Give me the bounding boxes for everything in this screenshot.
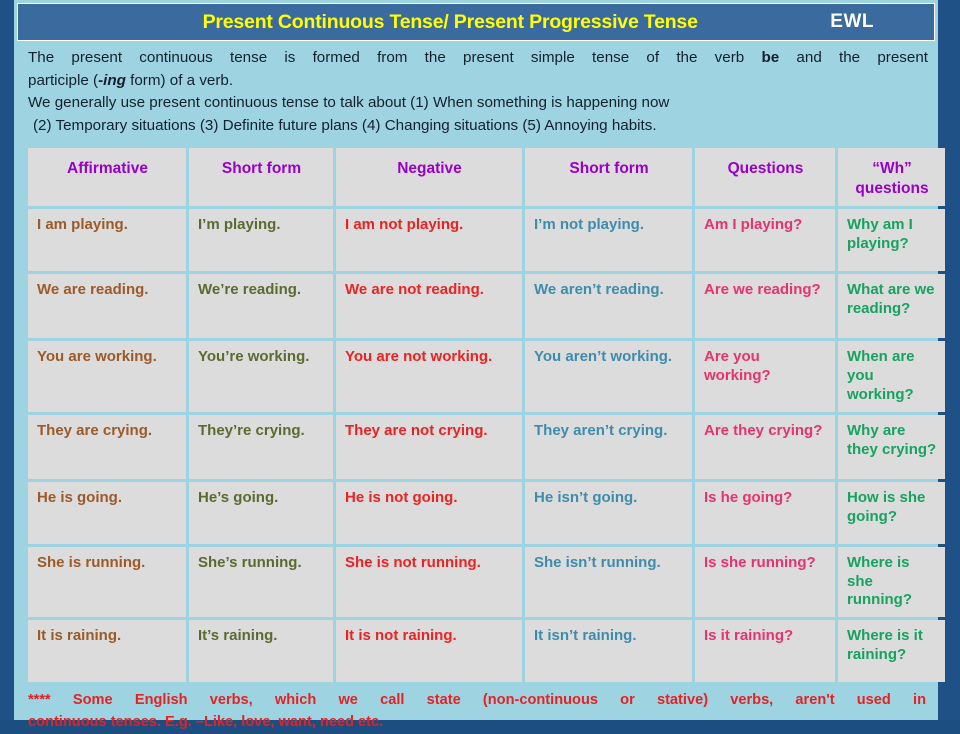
cell-affirmative: I am playing. [28, 209, 186, 271]
table-row: I am playing. I’m playing. I am not play… [28, 209, 945, 271]
table-row: You are working. You’re working. You are… [28, 341, 945, 412]
title-bar: Present Continuous Tense/ Present Progre… [17, 3, 935, 41]
cell-question: Is it raining? [695, 620, 835, 683]
column-header-questions: Questions [695, 148, 835, 206]
cell-affirmative: They are crying. [28, 414, 186, 479]
footer-note-line-1: **** Some English verbs, which we call s… [28, 692, 926, 709]
cell-wh-question: What are we reading? [838, 274, 945, 338]
table-row: They are crying. They’re crying. They ar… [28, 414, 945, 479]
cell-question: Are we reading? [695, 274, 835, 338]
intro-paragraph: The present continuous tense is formed f… [28, 47, 928, 137]
footer-note: **** Some English verbs, which we call s… [28, 690, 926, 734]
intro-ing-form: -ing [98, 71, 126, 89]
cell-negative: We are not reading. [336, 274, 522, 338]
table-body: I am playing. I’m playing. I am not play… [28, 209, 945, 683]
table-row: We are reading. We’re reading. We are no… [28, 274, 945, 338]
cell-short-negative: It isn’t raining. [525, 620, 692, 683]
cell-short-negative: She isn’t running. [525, 546, 692, 618]
cell-question: Are you working? [695, 341, 835, 412]
cell-short-form: You’re working. [189, 341, 333, 412]
cell-short-form: We’re reading. [189, 274, 333, 338]
cell-negative: He is not going. [336, 481, 522, 544]
intro-line-1-b: and the present [779, 49, 928, 66]
intro-verb-be: be [761, 49, 780, 66]
slide-content: Present Continuous Tense/ Present Progre… [14, 0, 945, 730]
cell-short-form: I’m playing. [189, 209, 333, 271]
column-header-short-form-affirmative: Short form [189, 148, 333, 206]
cell-wh-question: Where is it raining? [838, 620, 945, 683]
cell-wh-question: Why are they crying? [838, 414, 945, 479]
cell-negative: She is not running. [336, 546, 522, 618]
intro-line-2-b: form) of a verb. [125, 71, 234, 89]
cell-short-negative: They aren’t crying. [525, 414, 692, 479]
column-header-affirmative: Affirmative [28, 148, 186, 206]
table-row: She is running. She’s running. She is no… [28, 546, 945, 618]
cell-negative: I am not playing. [336, 209, 522, 271]
footer-note-line-2: continuous tenses. E.g. –Like, love, wan… [28, 714, 384, 731]
tense-table-wrapper: Affirmative Short form Negative Short fo… [25, 145, 945, 685]
cell-affirmative: She is running. [28, 546, 186, 618]
brand-badge: EWL [830, 11, 874, 32]
cell-wh-question: How is she going? [838, 481, 945, 544]
cell-negative: You are not working. [336, 341, 522, 412]
column-header-wh-questions: “Wh” questions [838, 148, 945, 206]
cell-short-form: They’re crying. [189, 414, 333, 479]
cell-short-negative: You aren’t working. [525, 341, 692, 412]
cell-question: Am I playing? [695, 209, 835, 271]
cell-wh-question: When are you working? [838, 341, 945, 412]
cell-wh-question: Where is she running? [838, 546, 945, 618]
cell-affirmative: You are working. [28, 341, 186, 412]
page-title: Present Continuous Tense/ Present Progre… [202, 10, 698, 33]
intro-line-4: (2) Temporary situations (3) Definite fu… [33, 116, 657, 134]
intro-line-1: The present continuous tense is formed f… [28, 47, 928, 70]
intro-line-3: We generally use present continuous tens… [28, 94, 670, 111]
intro-line-1-a: The present continuous tense is formed f… [28, 49, 762, 66]
cell-short-form: She’s running. [189, 546, 333, 618]
slide-frame: Present Continuous Tense/ Present Progre… [0, 0, 960, 730]
table-row: He is going. He’s going. He is not going… [28, 481, 945, 544]
cell-short-negative: I’m not playing. [525, 209, 692, 271]
cell-wh-question: Why am I playing? [838, 209, 945, 271]
table-header-row: Affirmative Short form Negative Short fo… [28, 148, 945, 206]
cell-question: Are they crying? [695, 414, 835, 479]
table-head: Affirmative Short form Negative Short fo… [28, 148, 945, 206]
intro-line-2: participle (-ing form) of a verb. [28, 70, 928, 93]
cell-affirmative: It is raining. [28, 620, 186, 683]
cell-negative: They are not crying. [336, 414, 522, 479]
cell-short-form: It’s raining. [189, 620, 333, 683]
cell-negative: It is not raining. [336, 620, 522, 683]
cell-question: Is he going? [695, 481, 835, 544]
cell-affirmative: He is going. [28, 481, 186, 544]
column-header-short-form-negative: Short form [525, 148, 692, 206]
column-header-negative: Negative [336, 148, 522, 206]
cell-question: Is she running? [695, 546, 835, 618]
cell-short-negative: He isn’t going. [525, 481, 692, 544]
cell-affirmative: We are reading. [28, 274, 186, 338]
table-row: It is raining. It’s raining. It is not r… [28, 620, 945, 683]
intro-line-2-a: participle ( [28, 71, 99, 89]
tense-table: Affirmative Short form Negative Short fo… [25, 145, 948, 685]
cell-short-form: He’s going. [189, 481, 333, 544]
cell-short-negative: We aren’t reading. [525, 274, 692, 338]
